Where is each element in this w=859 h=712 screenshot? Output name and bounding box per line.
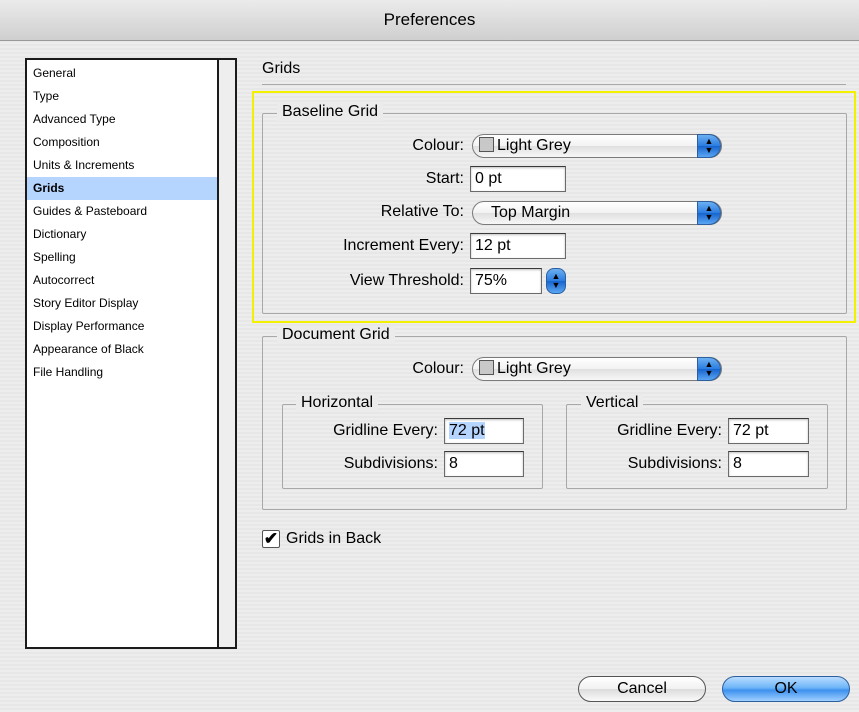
horizontal-subdivisions-label: Subdivisions: <box>343 455 438 472</box>
popup-arrows-icon: ▲ ▼ <box>697 201 721 225</box>
page-title: Grids <box>262 60 301 77</box>
sidebar-item-advanced-type[interactable]: Advanced Type <box>27 108 217 131</box>
baseline-grid-title: Baseline Grid <box>277 103 384 121</box>
grids-in-back-label[interactable]: Grids in Back <box>286 528 381 550</box>
sidebar-item-units-increments[interactable]: Units & Increments <box>27 154 217 177</box>
document-colour-value: Light Grey <box>497 360 571 377</box>
vertical-subdivisions-label: Subdivisions: <box>627 455 722 472</box>
colour-swatch-icon <box>479 360 494 375</box>
ok-button[interactable]: OK <box>722 676 850 702</box>
sidebar-item-display-performance[interactable]: Display Performance <box>27 315 217 338</box>
vertical-title: Vertical <box>581 394 644 412</box>
document-colour-popup[interactable]: Light Grey ▲ ▼ <box>472 357 722 381</box>
stepper-down-icon[interactable]: ▼ <box>552 281 561 290</box>
baseline-relative-to-value: Top Margin <box>491 204 571 221</box>
sidebar-item-story-editor-display[interactable]: Story Editor Display <box>27 292 217 315</box>
sidebar-item-guides-pasteboard[interactable]: Guides & Pasteboard <box>27 200 217 223</box>
horizontal-subdivisions-field[interactable]: 8 <box>444 451 524 477</box>
baseline-colour-label: Colour: <box>412 137 464 154</box>
sidebar-item-spelling[interactable]: Spelling <box>27 246 217 269</box>
colour-swatch-icon <box>479 137 494 152</box>
baseline-start-field[interactable]: 0 pt <box>470 166 566 192</box>
sidebar-item-appearance-of-black[interactable]: Appearance of Black <box>27 338 217 361</box>
checkmark-icon: ✔ <box>263 529 279 548</box>
threshold-stepper[interactable]: ▲ ▼ <box>546 268 566 294</box>
popup-arrows-icon: ▲ ▼ <box>697 357 721 381</box>
grids-in-back-checkbox[interactable]: ✔ <box>262 530 280 548</box>
baseline-colour-popup[interactable]: Light Grey ▲ ▼ <box>472 134 722 158</box>
baseline-threshold-field[interactable]: 75% <box>470 268 542 294</box>
sidebar-item-type[interactable]: Type <box>27 85 217 108</box>
sidebar-item-autocorrect[interactable]: Autocorrect <box>27 269 217 292</box>
cancel-button[interactable]: Cancel <box>578 676 706 702</box>
sidebar-item-dictionary[interactable]: Dictionary <box>27 223 217 246</box>
baseline-relative-to-popup[interactable]: Top Margin ▲ ▼ <box>472 201 722 225</box>
baseline-increment-label: Increment Every: <box>343 237 464 254</box>
sidebar-scrollbar[interactable] <box>217 60 235 647</box>
document-grid-title: Document Grid <box>277 326 395 344</box>
vertical-gridline-field[interactable]: 72 pt <box>728 418 809 444</box>
baseline-relative-to-label: Relative To: <box>380 203 464 220</box>
document-colour-label: Colour: <box>412 360 464 377</box>
horizontal-gridline-value: 72 pt <box>449 422 485 439</box>
baseline-increment-field[interactable]: 12 pt <box>470 233 566 259</box>
horizontal-gridline-field[interactable]: 72 pt <box>444 418 524 444</box>
baseline-start-label: Start: <box>425 170 464 187</box>
window-title: Preferences <box>0 0 859 41</box>
category-items: General Type Advanced Type Composition U… <box>27 60 217 384</box>
horizontal-gridline-label: Gridline Every: <box>333 422 438 439</box>
baseline-threshold-label: View Threshold: <box>349 272 464 289</box>
preferences-category-list[interactable]: General Type Advanced Type Composition U… <box>25 58 237 649</box>
sidebar-item-file-handling[interactable]: File Handling <box>27 361 217 384</box>
title-divider <box>262 84 846 85</box>
vertical-subdivisions-field[interactable]: 8 <box>728 451 809 477</box>
sidebar-item-composition[interactable]: Composition <box>27 131 217 154</box>
vertical-gridline-label: Gridline Every: <box>617 422 722 439</box>
sidebar-item-grids[interactable]: Grids <box>27 177 217 200</box>
baseline-colour-value: Light Grey <box>497 137 571 154</box>
horizontal-title: Horizontal <box>296 394 379 412</box>
sidebar-item-general[interactable]: General <box>27 62 217 85</box>
popup-arrows-icon: ▲ ▼ <box>697 134 721 158</box>
